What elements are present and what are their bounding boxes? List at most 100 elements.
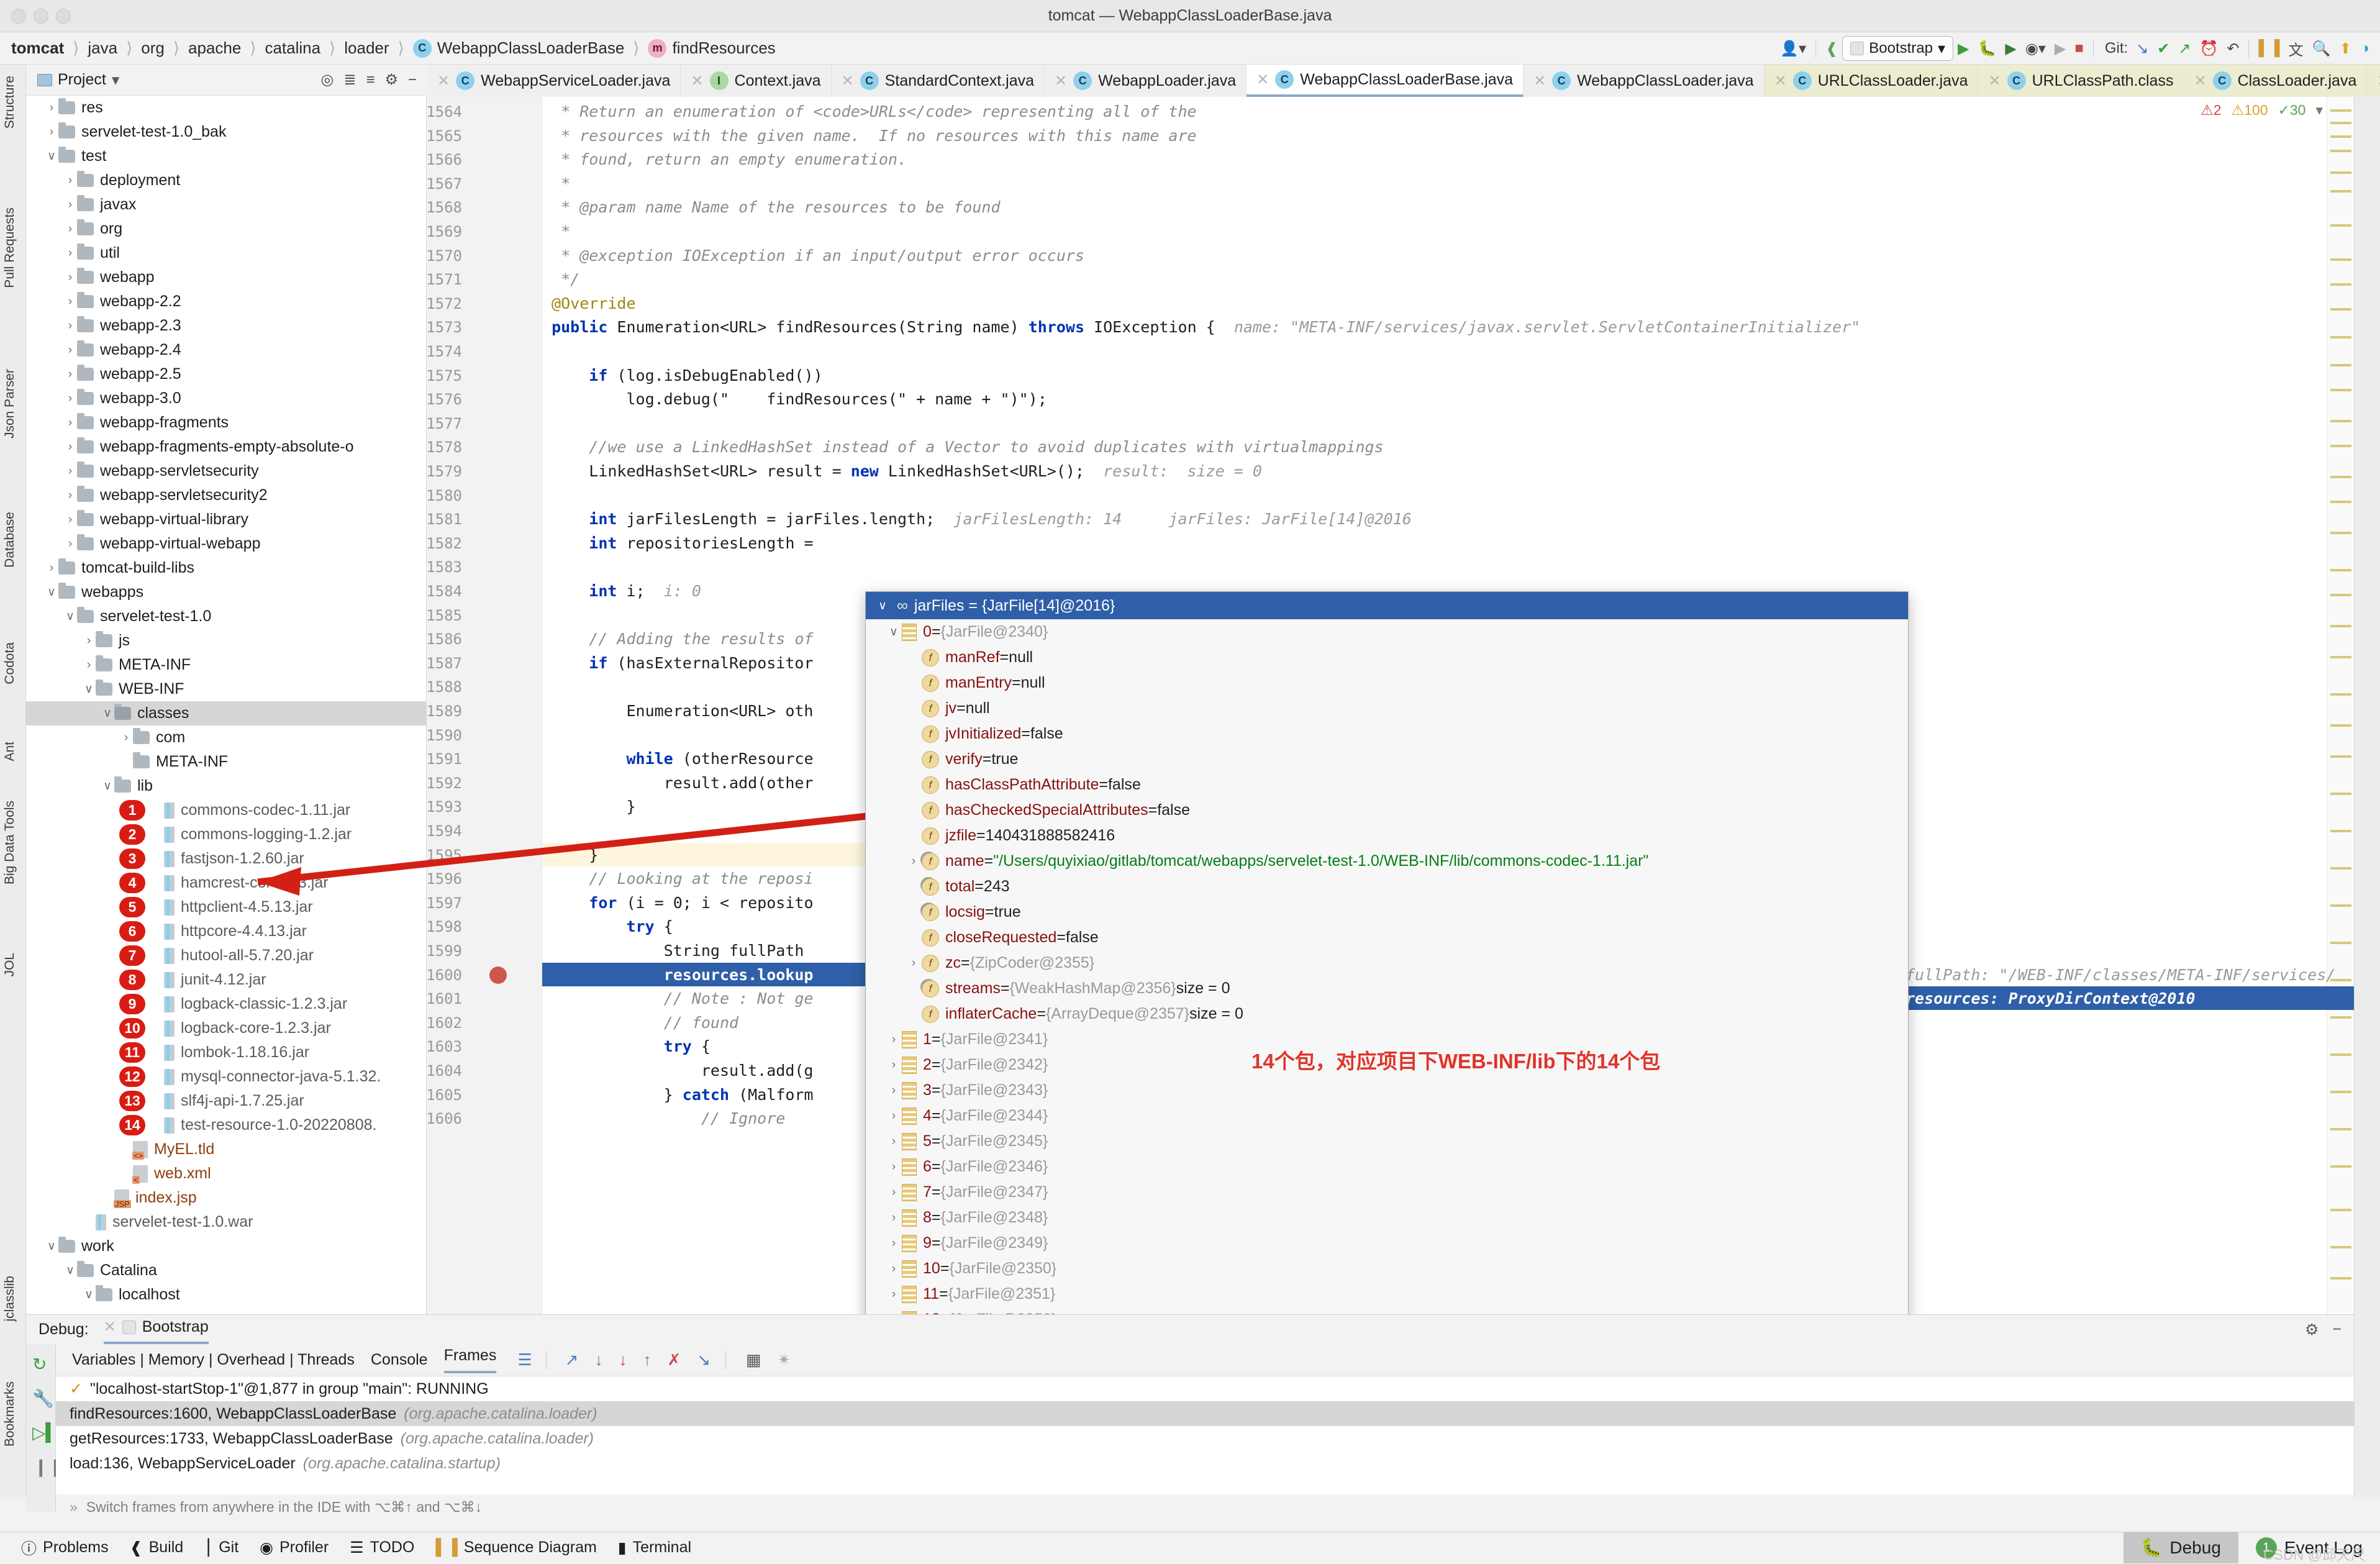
debugger-value-popup[interactable]: ∨ ∞ jarFiles = {JarFile[14]@2016} ∨0 = {… (865, 591, 1909, 1393)
project-tree-node[interactable]: ∨lib (26, 774, 426, 798)
frames-list[interactable]: ✓ "localhost-startStop-1"@1,877 in group… (56, 1376, 2354, 1494)
thread-status-row[interactable]: ✓ "localhost-startStop-1"@1,877 in group… (56, 1376, 2354, 1401)
tree-twisty-icon[interactable]: › (63, 465, 77, 478)
project-tree-node[interactable]: ∨work (26, 1234, 426, 1258)
inspection-stripe-mark[interactable] (2330, 389, 2351, 391)
close-window-button[interactable] (11, 9, 26, 24)
evaluate-expression-icon[interactable]: ▦ (746, 1350, 761, 1370)
status-item-sequence-diagram[interactable]: ▌▐Sequence Diagram (435, 1539, 596, 1557)
code-line[interactable]: while (otherResource (542, 750, 814, 768)
chevron-down-icon[interactable]: ▾ (112, 71, 120, 89)
debug-variable-row[interactable]: ›3 = {JarFile@2343} (866, 1078, 1908, 1103)
debug-variable-row[interactable]: ›6 = {JarFile@2346} (866, 1154, 1908, 1180)
minimize-window-button[interactable] (34, 9, 48, 24)
project-panel-title-group[interactable]: Project ▾ (37, 71, 119, 89)
close-icon[interactable]: ✕ (1533, 72, 1546, 90)
upload-icon[interactable]: ⬆ (2335, 36, 2356, 61)
status-item-git[interactable]: ⎮Git (204, 1539, 238, 1557)
close-icon[interactable]: ✕ (1256, 71, 1269, 89)
breadcrumb-item-method[interactable]: mfindResources (648, 39, 775, 58)
inspection-stripe-mark[interactable] (2330, 693, 2351, 696)
project-tree-node[interactable]: 2commons-logging-1.2.jar (26, 822, 426, 847)
status-item-terminal[interactable]: ▮Terminal (618, 1539, 691, 1557)
inspection-stripe-mark[interactable] (2330, 625, 2351, 627)
project-tree-node[interactable]: ›webapp-servletsecurity2 (26, 483, 426, 507)
debug-variable-row[interactable]: fjv = null (866, 696, 1908, 721)
tree-twisty-icon[interactable]: › (63, 198, 77, 212)
project-tree-node[interactable]: ›META-INF (26, 653, 426, 677)
code-line[interactable]: try { (542, 917, 673, 935)
code-line[interactable]: * resources with the given name. If no r… (542, 127, 1197, 145)
tree-twisty-icon[interactable]: › (63, 247, 77, 260)
rail-item-json-parser[interactable]: Json Parser (2, 369, 17, 439)
rail-item-database[interactable]: Database (2, 512, 17, 568)
tree-twisty-icon[interactable]: › (63, 513, 77, 527)
code-line[interactable]: if (log.isDebugEnabled()) (542, 366, 823, 384)
project-tree-node[interactable]: ›webapp-fragments (26, 411, 426, 435)
project-tree-node[interactable]: 7hutool-all-5.7.20.jar (26, 943, 426, 968)
inspection-stripe-mark[interactable] (2330, 171, 2351, 174)
inspection-stripe-mark[interactable] (2330, 150, 2351, 152)
tree-twisty-icon[interactable]: › (886, 1084, 902, 1098)
profiler-button[interactable]: ◉▾ (2021, 36, 2050, 61)
tree-twisty-icon[interactable]: ∨ (45, 585, 58, 599)
rail-item-jol[interactable]: JOL (2, 953, 17, 977)
settings-icon[interactable]: ⚙ (2305, 1321, 2319, 1339)
inspection-stripe-mark[interactable] (2330, 755, 2351, 758)
inspection-stripe-mark[interactable] (2330, 445, 2351, 447)
tree-twisty-icon[interactable]: › (45, 101, 58, 115)
code-line[interactable]: LinkedHashSet<URL> result = new LinkedHa… (542, 462, 1262, 480)
project-tree-node[interactable]: ›deployment (26, 168, 426, 193)
tree-twisty-icon[interactable]: › (886, 1237, 902, 1250)
build-icon[interactable]: ❰ (1821, 36, 1842, 61)
editor-tab[interactable]: ✕CStandardContext.java (832, 65, 1045, 97)
project-tree-node[interactable]: ∨WEB-INF (26, 677, 426, 701)
code-line[interactable]: int jarFilesLength = jarFiles.length; ja… (542, 510, 1412, 528)
tree-twisty-icon[interactable]: › (45, 125, 58, 139)
inspection-stripe-mark[interactable] (2330, 135, 2351, 138)
expand-all-icon[interactable]: ≣ (343, 71, 356, 89)
code-line[interactable]: } (542, 798, 636, 816)
code-line[interactable]: // Ignore (542, 1109, 785, 1127)
inspection-stripe-mark[interactable] (2330, 724, 2351, 727)
project-tree-node[interactable]: 6httpcore-4.4.13.jar (26, 919, 426, 943)
breadcrumb-item-apache[interactable]: apache (188, 39, 241, 58)
resume-program-icon[interactable]: ▷▍ (26, 1409, 55, 1443)
settings-wrench-icon[interactable]: 🔧 (26, 1375, 55, 1409)
tree-twisty-icon[interactable]: › (886, 1160, 902, 1174)
project-tree-node[interactable]: 1commons-codec-1.11.jar (26, 798, 426, 822)
code-line[interactable]: int repositoriesLength = (542, 534, 823, 552)
tree-twisty-icon[interactable]: ∨ (886, 625, 902, 639)
tree-twisty-icon[interactable]: › (82, 634, 96, 648)
frame-row[interactable]: findResources:1600, WebappClassLoaderBas… (56, 1401, 2354, 1426)
chevron-down-icon[interactable]: ▾ (2315, 102, 2323, 119)
tree-twisty-icon[interactable]: ∨ (82, 1288, 96, 1302)
git-push-icon[interactable]: ↗ (2174, 36, 2195, 61)
breadcrumb-item-java[interactable]: java (88, 39, 117, 58)
project-tree-node[interactable]: JSPindex.jsp (26, 1186, 426, 1210)
close-icon[interactable]: ✕ (2194, 72, 2206, 90)
debug-variable-row[interactable]: fmanEntry = null (866, 670, 1908, 696)
code-line[interactable]: String fullPath (542, 942, 804, 960)
tree-twisty-icon[interactable]: › (63, 537, 77, 551)
debug-variable-row[interactable]: fmanRef = null (866, 645, 1908, 670)
tree-twisty-icon[interactable]: › (63, 440, 77, 454)
inspection-stripe-mark[interactable] (2330, 224, 2351, 227)
stop-button[interactable]: ■ (2070, 36, 2088, 61)
inspection-stripe-mark[interactable] (2330, 1246, 2351, 1248)
code-line[interactable]: public Enumeration<URL> findResources(St… (542, 318, 1860, 336)
editor-tab[interactable]: ✕IContext.java (681, 65, 831, 97)
run-with-coverage-button[interactable]: ▶ (2001, 36, 2020, 61)
close-icon[interactable]: ✕ (1055, 72, 1067, 90)
tree-twisty-icon[interactable]: ∨ (63, 609, 77, 624)
project-tree-node[interactable]: ›webapp-fragments-empty-absolute-o (26, 435, 426, 459)
close-icon[interactable]: ✕ (2377, 72, 2380, 90)
project-tree[interactable]: ›res›servelet-test-1.0_bak∨test›deployme… (26, 96, 427, 1314)
tree-twisty-icon[interactable]: › (63, 392, 77, 406)
inspection-stripe-mark[interactable] (2330, 532, 2351, 534)
project-tree-node[interactable]: ›org (26, 217, 426, 241)
project-tree-node[interactable]: ›com (26, 725, 426, 750)
popup-variable-list[interactable]: ∨0 = {JarFile@2340}fmanRef = nullfmanEnt… (866, 619, 1908, 1358)
rail-item-bookmarks[interactable]: Bookmarks (2, 1381, 17, 1447)
collapse-all-icon[interactable]: ≡ (366, 71, 375, 89)
